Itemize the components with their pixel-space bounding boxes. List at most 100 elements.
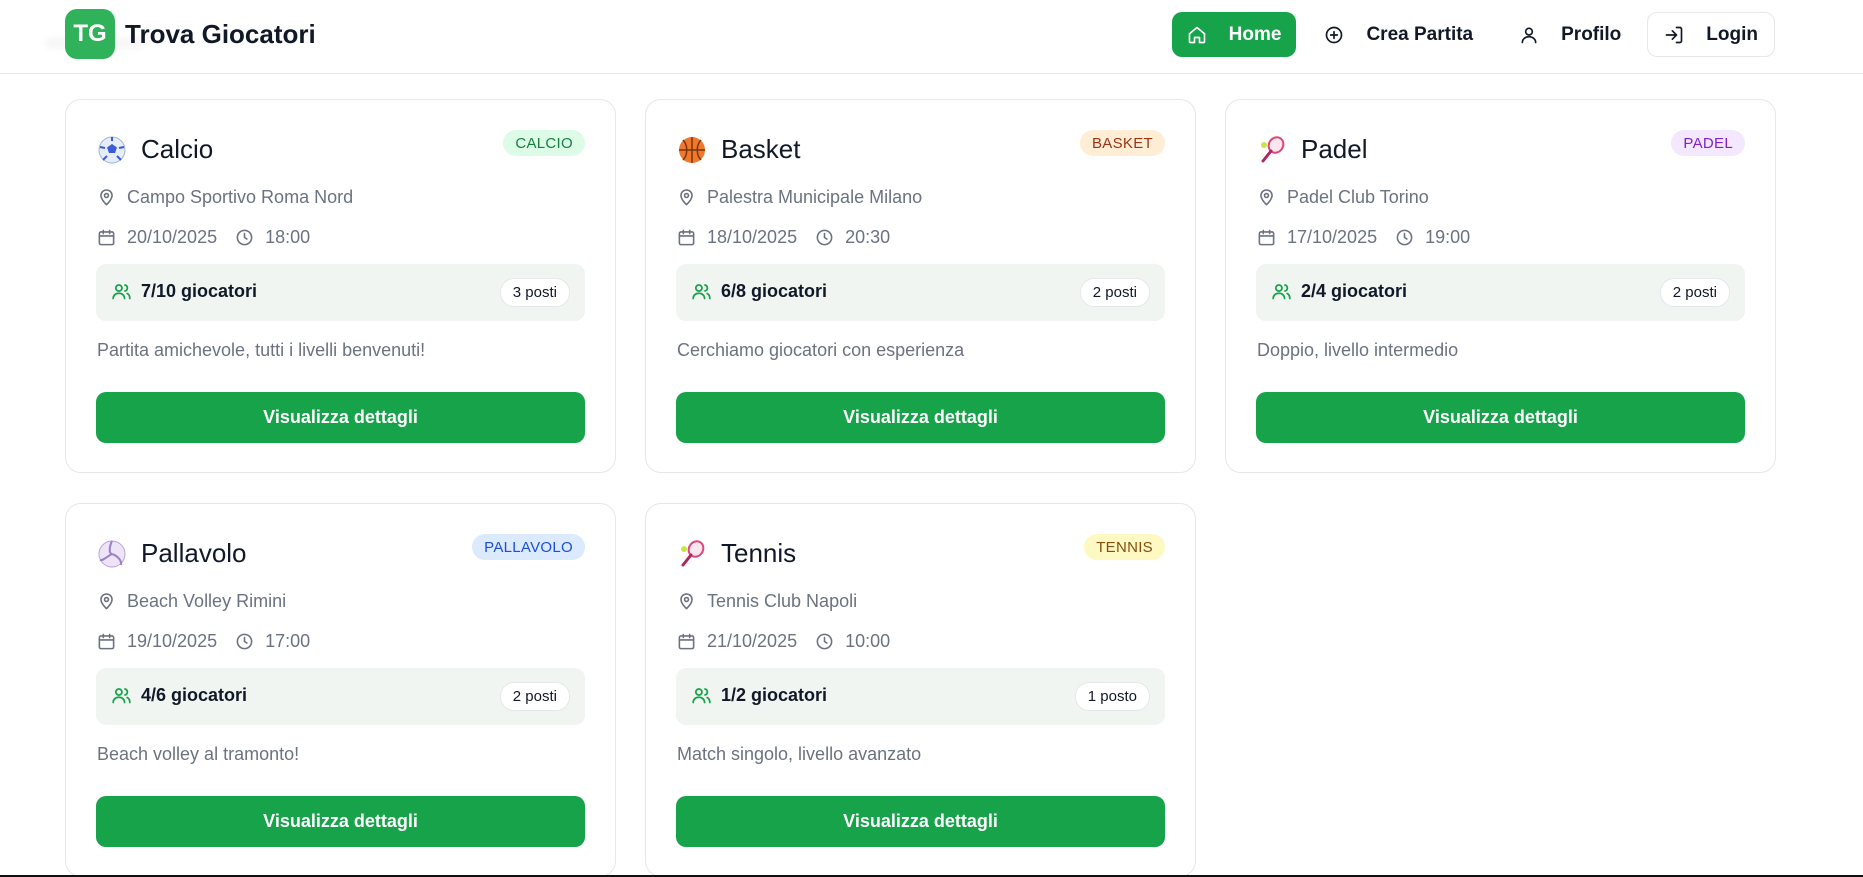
match-card-calcio[interactable]: Calcio CALCIO Campo Sportivo Roma Nord 2… (65, 99, 616, 473)
logo[interactable]: TG (65, 9, 115, 59)
calendar-icon (98, 229, 115, 246)
datetime-row: 19/10/2025 17:00 (97, 631, 310, 652)
date-text: 17/10/2025 (1287, 227, 1378, 247)
date-text: 21/10/2025 (707, 631, 798, 651)
location-text: Padel Club Torino (1287, 187, 1429, 207)
time-text: 17:00 (265, 631, 311, 651)
top-navbar: TG Trova Giocatori Home Crea Partita Pro… (0, 0, 1863, 74)
sport-badge: PADEL (1671, 130, 1745, 156)
clock-icon (236, 229, 253, 246)
sport-name: Calcio (141, 134, 214, 164)
view-details-button[interactable]: Visualizza dettagli (96, 392, 585, 443)
players-text: 6/8 giocatori (721, 281, 828, 301)
view-details-button[interactable]: Visualizza dettagli (1256, 392, 1745, 443)
calendar-icon (678, 229, 695, 246)
match-description: Partita amichevole, tutti i livelli benv… (97, 340, 426, 360)
location-row: Campo Sportivo Roma Nord (97, 187, 353, 208)
card-title: Basket (677, 134, 801, 165)
slots-badge: 2 posti (499, 682, 570, 711)
map-pin-icon (100, 593, 113, 610)
time-group: 10:00 (815, 631, 890, 652)
players-count: 1/2 giocatori (691, 685, 827, 706)
location-row: Tennis Club Napoli (677, 591, 857, 612)
location-row: Padel Club Torino (1257, 187, 1429, 208)
map-pin-icon (680, 593, 693, 610)
match-description: Doppio, livello intermedio (1257, 340, 1459, 360)
location-text: Palestra Municipale Milano (707, 187, 923, 207)
view-details-button[interactable]: Visualizza dettagli (96, 796, 585, 847)
nav-profilo[interactable]: Profilo (1499, 12, 1639, 57)
slots-badge: 3 posti (499, 278, 570, 307)
card-title: Padel (1257, 134, 1368, 165)
slots-badge: 2 posti (1659, 278, 1730, 307)
nav-home-label: Home (1228, 23, 1282, 45)
players-box: 6/8 giocatori 2 posti (676, 264, 1165, 321)
date-text: 19/10/2025 (127, 631, 218, 651)
home-icon (1188, 26, 1205, 43)
slots-badge: 2 posti (1079, 278, 1150, 307)
players-count: 7/10 giocatori (111, 281, 257, 302)
time-group: 18:00 (235, 227, 310, 248)
users-icon (692, 284, 711, 300)
nav-profilo-label: Profilo (1561, 23, 1622, 45)
sport-name: Padel (1301, 134, 1368, 164)
map-pin-icon (1260, 189, 1273, 206)
brand[interactable]: TG Trova Giocatori (65, 9, 316, 59)
volleyball-icon (97, 539, 127, 569)
time-text: 18:00 (265, 227, 311, 247)
time-text: 20:30 (845, 227, 891, 247)
card-title: Tennis (677, 538, 796, 569)
clock-icon (236, 633, 253, 650)
nav-crea-partita[interactable]: Crea Partita (1304, 12, 1491, 57)
players-box: 1/2 giocatori 1 posto (676, 668, 1165, 725)
card-title: Pallavolo (97, 538, 247, 569)
time-text: 10:00 (845, 631, 891, 651)
plus-circle-icon (1326, 26, 1343, 43)
location-text: Beach Volley Rimini (127, 591, 287, 611)
match-description: Cerchiamo giocatori con esperienza (677, 340, 965, 360)
match-card-padel[interactable]: Padel PADEL Padel Club Torino 17/10/2025… (1225, 99, 1776, 473)
clock-icon (816, 229, 833, 246)
players-count: 2/4 giocatori (1271, 281, 1407, 302)
match-description: Match singolo, livello avanzato (677, 744, 922, 764)
login-icon (1665, 26, 1683, 43)
users-icon (112, 688, 131, 704)
sport-name: Pallavolo (141, 538, 247, 568)
sport-badge: CALCIO (503, 130, 585, 156)
view-details-button[interactable]: Visualizza dettagli (676, 392, 1165, 443)
slots-badge: 1 posto (1074, 682, 1150, 711)
datetime-row: 18/10/2025 20:30 (677, 227, 890, 248)
players-text: 1/2 giocatori (721, 685, 828, 705)
users-icon (1272, 284, 1291, 300)
datetime-row: 21/10/2025 10:00 (677, 631, 890, 652)
location-text: Campo Sportivo Roma Nord (127, 187, 354, 207)
users-icon (112, 284, 131, 300)
time-text: 19:00 (1425, 227, 1471, 247)
datetime-row: 17/10/2025 19:00 (1257, 227, 1470, 248)
match-card-basket[interactable]: Basket BASKET Palestra Municipale Milano… (645, 99, 1196, 473)
date-text: 20/10/2025 (127, 227, 218, 247)
main-nav: Home Crea Partita Profilo Login (1171, 12, 1775, 57)
clock-icon (816, 633, 833, 650)
location-text: Tennis Club Napoli (707, 591, 858, 611)
nav-login[interactable]: Login (1647, 12, 1775, 57)
sport-badge: PALLAVOLO (472, 534, 585, 560)
match-card-tennis[interactable]: Tennis TENNIS Tennis Club Napoli 21/10/2… (645, 503, 1196, 877)
map-pin-icon (680, 189, 693, 206)
card-title: Calcio (97, 134, 213, 165)
date-text: 18/10/2025 (707, 227, 798, 247)
players-text: 2/4 giocatori (1301, 281, 1408, 301)
location-row: Palestra Municipale Milano (677, 187, 922, 208)
match-card-pallavolo[interactable]: Pallavolo PALLAVOLO Beach Volley Rimini … (65, 503, 616, 877)
nav-crea-partita-label: Crea Partita (1366, 23, 1474, 45)
calendar-icon (678, 633, 695, 650)
racket-icon (677, 539, 707, 569)
time-group: 20:30 (815, 227, 890, 248)
calendar-icon (98, 633, 115, 650)
view-details-button[interactable]: Visualizza dettagli (676, 796, 1165, 847)
user-icon (1521, 27, 1537, 43)
sport-name: Basket (721, 134, 801, 164)
nav-login-label: Login (1706, 23, 1758, 45)
nav-home[interactable]: Home (1171, 12, 1297, 57)
players-text: 4/6 giocatori (141, 685, 248, 705)
